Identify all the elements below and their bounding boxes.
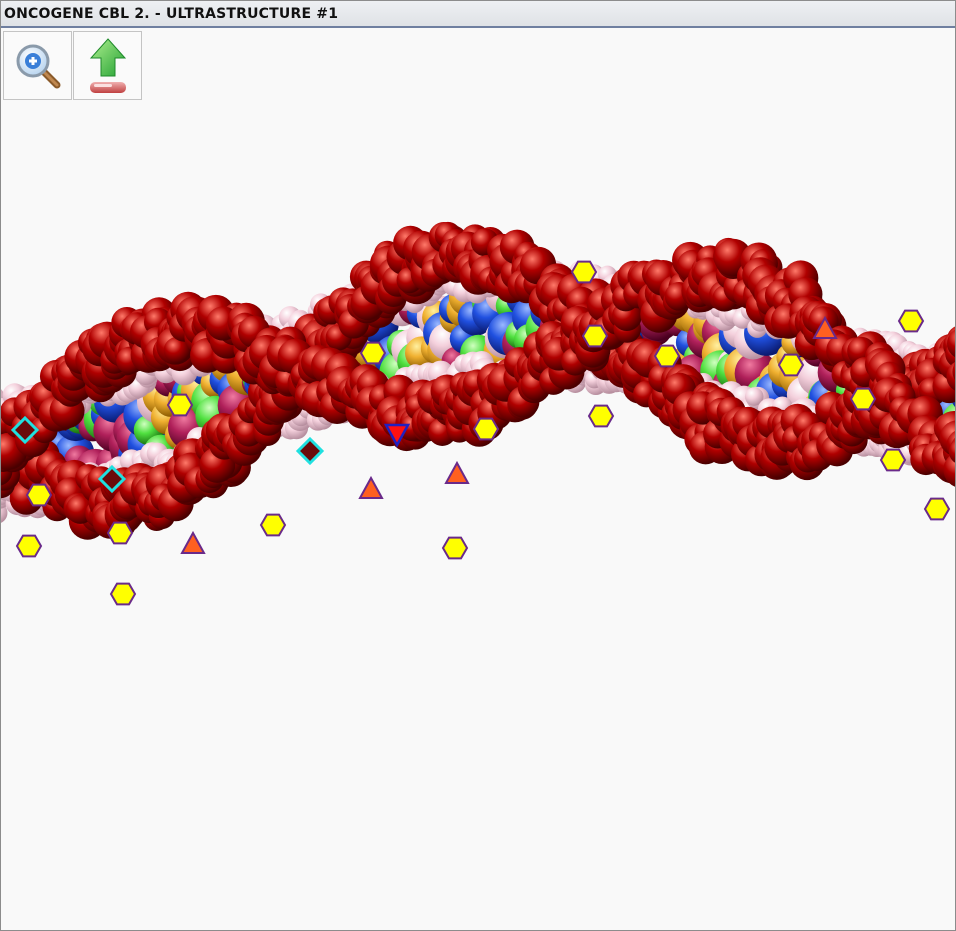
hexagon-marker-icon (166, 393, 194, 417)
hexagon-marker-icon (472, 417, 500, 441)
triangle-up-marker-icon (358, 475, 384, 499)
zoom-in-magnifier-icon (16, 44, 60, 88)
hexagon-marker-icon (923, 497, 951, 521)
dna-ultrastructure-render (1, 221, 955, 606)
hexagon-marker-icon (570, 260, 598, 284)
title-bar[interactable]: ONCOGENE CBL 2. - ULTRASTRUCTURE #1 (1, 1, 955, 28)
diamond-marker-icon (295, 436, 325, 466)
hexagon-marker-icon (897, 309, 925, 333)
hexagon-marker-icon (109, 582, 137, 606)
hexagon-marker-icon (581, 324, 609, 348)
hexagon-marker-icon (777, 353, 805, 377)
hexagon-marker-icon (653, 344, 681, 368)
hexagon-marker-icon (359, 341, 387, 365)
hexagon-marker-icon (25, 483, 53, 507)
hexagon-marker-icon (106, 521, 134, 545)
molecule-viewport[interactable] (1, 104, 955, 930)
hexagon-marker-icon (259, 513, 287, 537)
upload-export-arrow-icon (89, 37, 126, 93)
hexagon-marker-icon (849, 387, 877, 411)
hexagon-marker-icon (441, 536, 469, 560)
toolbar (3, 31, 143, 103)
window-title: ONCOGENE CBL 2. - ULTRASTRUCTURE #1 (4, 6, 339, 22)
structure-viewer-window: ONCOGENE CBL 2. - ULTRASTRUCTURE #1 (0, 0, 956, 931)
triangle-up-marker-icon (180, 530, 206, 554)
hexagon-marker-icon (15, 534, 43, 558)
hexagon-marker-icon (587, 404, 615, 428)
triangle-up-marker-icon (444, 460, 470, 484)
export-button[interactable] (73, 31, 142, 100)
hexagon-marker-icon (879, 448, 907, 472)
zoom-button[interactable] (3, 31, 72, 100)
